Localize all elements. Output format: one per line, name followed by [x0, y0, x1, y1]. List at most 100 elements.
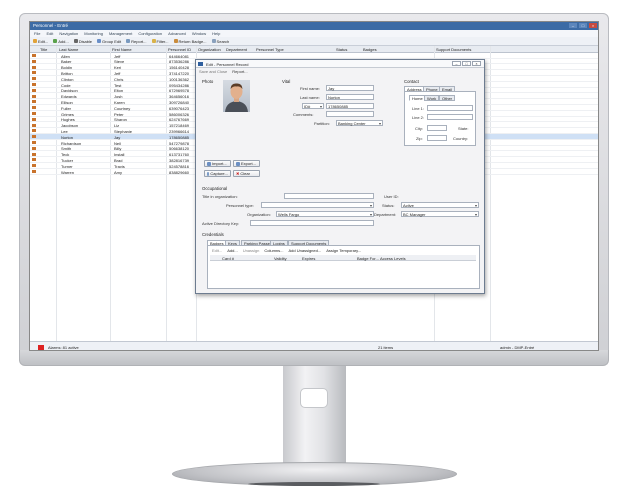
organization-label: Organization:	[247, 212, 271, 217]
organization-select[interactable]: Wells Fargo	[276, 211, 374, 217]
last-name-cell: Teck	[61, 152, 70, 158]
menu-navigation[interactable]: Navigation	[59, 31, 78, 36]
line2-field[interactable]	[427, 114, 473, 120]
badge-edit-button[interactable]: Edit...	[212, 248, 222, 253]
status-bar: Alarms: 81 active 21 items admin - DMP-E…	[30, 341, 598, 350]
col-card-number[interactable]: Card #	[222, 256, 234, 261]
save-and-close-button[interactable]: Save and Close	[199, 69, 227, 75]
close-button[interactable]: ×	[589, 23, 597, 28]
personnel-id-cell: 374147220	[169, 70, 190, 76]
last-name-cell: Davidson	[61, 88, 78, 94]
col-status[interactable]: Status	[336, 47, 347, 52]
personnel-id-cell: 157218469	[169, 123, 190, 129]
first-name-label: First name:	[300, 86, 321, 91]
col-access-levels[interactable]: Access Levels	[380, 256, 406, 261]
dialog-close-button[interactable]: ×	[472, 61, 481, 66]
personnel-flag-icon	[32, 77, 36, 81]
stand-cable-hole	[300, 388, 328, 408]
menu-bar: File Edit Navigation Monitoring Manageme…	[30, 30, 598, 37]
col-organization[interactable]: Organization	[198, 47, 221, 52]
menu-advanced[interactable]: Advanced	[168, 31, 186, 36]
col-personnel-id[interactable]: Personnel ID	[168, 47, 191, 52]
zip-field[interactable]	[427, 135, 447, 141]
col-expires[interactable]: Expires	[302, 256, 315, 261]
filter-button[interactable]: Filter...	[151, 39, 169, 44]
personnel-photo	[223, 80, 250, 112]
menu-file[interactable]: File	[34, 31, 40, 36]
menu-monitoring[interactable]: Monitoring	[84, 31, 103, 36]
tab-work[interactable]: Work	[424, 95, 440, 101]
menu-edit[interactable]: Edit	[46, 31, 53, 36]
col-validity[interactable]: Validity	[274, 256, 287, 261]
first-name-field[interactable]: Jay	[326, 85, 374, 91]
col-last-name[interactable]: Last Name	[59, 47, 78, 52]
import-icon	[207, 161, 211, 166]
department-select[interactable]: BC Manager	[401, 211, 479, 217]
table-row[interactable]: Allen Jeff 644664081	[30, 53, 598, 59]
add-unassigned-button[interactable]: Add Unassigned...	[289, 248, 322, 253]
badge-columns-button[interactable]: Columns...	[264, 248, 283, 253]
personnel-flag-icon	[32, 112, 36, 115]
alarm-status[interactable]: Alarms: 81 active	[48, 345, 79, 350]
status-select[interactable]: Active	[401, 202, 479, 208]
report-button[interactable]: Report...	[126, 39, 147, 44]
col-support-documents[interactable]: Support Documents	[436, 47, 471, 52]
disable-label: Disable	[78, 38, 93, 44]
add-button[interactable]: Add...	[53, 39, 69, 44]
last-name-cell: Britton	[61, 70, 73, 76]
import-photo-button[interactable]: Import...	[204, 160, 231, 167]
dialog-minimize-button[interactable]: –	[452, 61, 461, 66]
disable-button[interactable]: Disable	[73, 38, 93, 44]
minimize-button[interactable]: –	[569, 23, 577, 28]
edit-button[interactable]: Edit...	[33, 39, 48, 44]
capture-photo-button[interactable]: Capture...	[204, 170, 231, 177]
search-button[interactable]: Search	[211, 39, 229, 44]
personnel-type-select[interactable]	[261, 202, 374, 208]
dialog-report-button[interactable]: Report...	[232, 69, 247, 75]
return-badge-button[interactable]: Return Badge...	[173, 39, 207, 44]
id-type-select[interactable]: ID#	[302, 103, 324, 109]
group-edit-button[interactable]: Group Edit	[97, 39, 121, 44]
partition-select[interactable]: Banking Center	[336, 120, 383, 126]
menu-help[interactable]: Help	[212, 31, 220, 36]
id-number-field[interactable]: 178650885	[326, 103, 374, 109]
clear-photo-button[interactable]: ✖ Clear	[233, 170, 260, 177]
menu-management[interactable]: Management	[109, 31, 132, 36]
ad-key-label: Active Directory Key:	[202, 221, 240, 226]
tab-other[interactable]: Other	[439, 95, 456, 101]
vital-section-label: Vital	[282, 79, 291, 84]
maximize-button[interactable]: □	[579, 23, 587, 28]
export-photo-button[interactable]: Export...	[233, 160, 260, 167]
last-name-field[interactable]: Norton	[326, 94, 374, 100]
assign-temporary-button[interactable]: Assign Temporary...	[326, 248, 361, 253]
last-name-cell: Grimes	[61, 111, 74, 117]
personnel-flag-icon	[32, 54, 36, 57]
last-name-cell: Richardson	[61, 140, 82, 146]
title-in-org-field[interactable]	[284, 193, 374, 199]
zip-label: Zip:	[416, 136, 423, 141]
last-name-cell: Code	[61, 82, 71, 88]
comments-field[interactable]	[326, 111, 374, 117]
menu-window[interactable]: Window	[192, 31, 206, 36]
camera-icon	[207, 171, 210, 176]
dialog-toolbar: Save and Close Report...	[199, 69, 483, 75]
col-badge-for[interactable]: Badge For...	[357, 256, 379, 261]
badge-unassign-button[interactable]: Unassign	[243, 248, 260, 253]
city-field[interactable]	[427, 125, 447, 131]
ad-key-field[interactable]	[250, 220, 374, 226]
dialog-maximize-button[interactable]: □	[462, 61, 471, 66]
line1-field[interactable]	[427, 105, 473, 111]
first-name-cell: Jeff	[114, 70, 121, 76]
col-personnel-type[interactable]: Personnel Type	[256, 47, 284, 52]
col-title[interactable]: Title	[40, 47, 47, 52]
first-name-cell: Elton	[114, 88, 124, 94]
col-department[interactable]: Department	[226, 47, 247, 52]
col-badges[interactable]: Badges	[363, 47, 377, 52]
col-first-name[interactable]: First Name	[112, 47, 132, 52]
personnel-flag-icon	[32, 83, 36, 86]
personnel-flag-icon	[32, 106, 36, 110]
first-name-cell: Jeff	[114, 53, 121, 59]
menu-configuration[interactable]: Configuration	[138, 31, 162, 36]
badge-add-button[interactable]: Add...	[227, 248, 237, 253]
personnel-flag-icon	[32, 164, 36, 168]
